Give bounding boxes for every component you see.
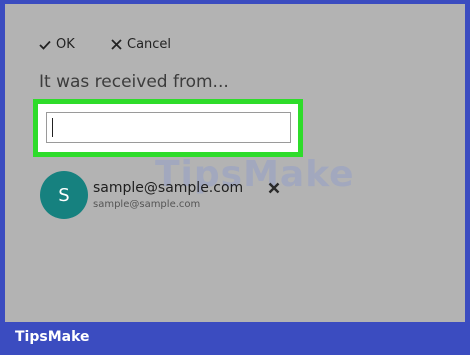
remove-contact-button[interactable]	[268, 182, 280, 194]
avatar: S	[40, 171, 88, 219]
ok-label: OK	[56, 37, 75, 52]
contact-email: sample@sample.com	[93, 199, 201, 210]
dialog: OK Cancel It was received from... TipsMa…	[5, 4, 465, 322]
cancel-label: Cancel	[127, 37, 172, 52]
text-caret	[52, 118, 53, 137]
footer-brand-logo: TipsMake	[15, 329, 90, 345]
ok-button[interactable]: OK	[39, 37, 75, 52]
close-icon	[268, 182, 280, 194]
prompt-heading: It was received from...	[39, 72, 229, 92]
cancel-button[interactable]: Cancel	[111, 37, 171, 52]
sender-search-input[interactable]	[46, 112, 291, 143]
close-icon	[111, 39, 127, 50]
check-icon	[39, 40, 56, 50]
contact-name[interactable]: sample@sample.com	[93, 180, 243, 196]
avatar-initial: S	[58, 184, 70, 206]
highlighted-input-area	[33, 99, 303, 157]
